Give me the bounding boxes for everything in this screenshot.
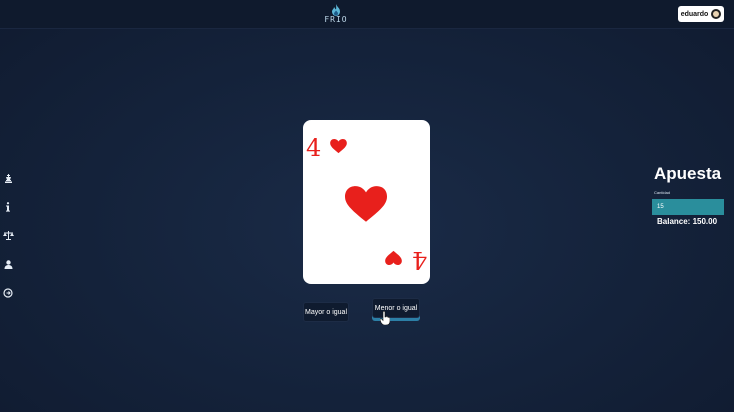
card-rank-top: 4	[306, 134, 322, 162]
logo-text: FRIO	[324, 15, 348, 24]
chess-king-icon[interactable]	[2, 172, 14, 184]
higher-or-equal-button[interactable]: Mayor o igual	[303, 302, 349, 322]
avatar	[711, 9, 722, 19]
user-icon[interactable]	[2, 258, 14, 270]
user-name: eduardo	[680, 10, 709, 18]
user-menu-button[interactable]: eduardo	[678, 6, 724, 22]
logout-icon[interactable]	[2, 287, 14, 299]
card-rank-bottom: 4	[412, 246, 428, 274]
heart-center-icon	[345, 186, 387, 222]
hand-cursor-icon	[380, 311, 390, 325]
top-bar: FRIO eduardo	[0, 0, 734, 29]
playing-card: 4 4	[303, 120, 430, 284]
heart-small-icon	[385, 250, 402, 265]
bet-title: Apuesta	[654, 164, 722, 183]
bet-amount-label: Cantidad	[654, 190, 671, 195]
scales-icon[interactable]	[2, 229, 14, 241]
app-logo[interactable]: FRIO	[322, 4, 350, 28]
balance-text: Balance: 150.00	[657, 217, 718, 226]
info-icon[interactable]	[2, 201, 14, 213]
bet-amount-input[interactable]: 15	[652, 199, 724, 215]
heart-small-icon	[330, 139, 347, 154]
